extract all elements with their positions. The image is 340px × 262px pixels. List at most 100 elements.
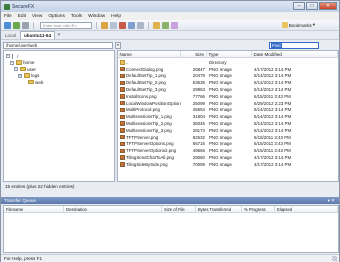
close-button[interactable]: ✕: [319, 2, 337, 10]
queue-column-bytes[interactable]: Bytes Transferred: [196, 206, 242, 213]
cell-date: 6/15/2011 3:43 PM: [254, 134, 291, 140]
png-file-icon: [120, 66, 125, 72]
toolbar: Enter host <Alt+R> Bookmarks ▾: [1, 20, 339, 31]
menu-tools[interactable]: Tools: [71, 14, 82, 19]
queue-column-destination[interactable]: Destination: [64, 206, 162, 213]
menu-window[interactable]: Window: [88, 14, 105, 19]
tree-node[interactable]: − user: [14, 66, 36, 72]
cell-type: Directory: [209, 59, 227, 65]
cell-type: PNG Image: [209, 155, 232, 161]
file-name: TFTPServerOptions2.png: [126, 148, 177, 154]
tree-node[interactable]: − /: [6, 53, 18, 59]
chevron-down-icon: ▾: [312, 22, 315, 27]
cell-type: PNG Image: [209, 66, 232, 72]
cell-size: 77766: [192, 93, 205, 99]
table-row[interactable]: LocalWindowPositionOptions.png 25099 PNG I…: [118, 100, 338, 107]
refresh-icon[interactable]: [128, 21, 135, 29]
connect-icon[interactable]: [4, 21, 11, 29]
cell-name: MultiProtocol.png: [118, 107, 181, 112]
table-row[interactable]: TFTPServer.png 82632 PNG Image 6/15/2011 3:…: [118, 134, 338, 141]
securefx-logo-icon: [4, 3, 10, 10]
collapse-icon[interactable]: −: [14, 67, 18, 71]
queue-column-filename[interactable]: Filename: [4, 206, 64, 213]
filter-selected-text: Find: [271, 42, 282, 48]
column-name[interactable]: Name: [118, 51, 181, 58]
file-name: LocalWindowPositionOptions.png: [126, 100, 181, 106]
cell-size: 49566: [192, 148, 205, 154]
tree-node[interactable]: − home: [10, 60, 35, 66]
minimize-button[interactable]: –: [293, 2, 305, 10]
file-name: TilingSendChatToAll.png: [126, 155, 174, 161]
window-controls: – □ ✕: [293, 2, 337, 10]
file-name: TFTPServerOptions.png: [126, 141, 174, 147]
cell-size: 31804: [192, 114, 205, 120]
cell-type: PNG Image: [209, 161, 232, 167]
tab-close-icon[interactable]: ✕: [57, 32, 61, 38]
disconnect-icon[interactable]: [22, 21, 29, 29]
queue-column-progress[interactable]: % Progress: [242, 206, 275, 213]
png-file-icon: [120, 100, 125, 106]
column-size[interactable]: Size: [181, 51, 207, 58]
column-type[interactable]: Type: [207, 51, 252, 58]
cell-name: MultisessionsTip_3.png: [118, 128, 181, 133]
cell-size: 29963: [192, 87, 205, 93]
transfer-icon[interactable]: [162, 21, 169, 29]
tab-ubuntu11-64[interactable]: ubuntu11-64: [19, 31, 56, 39]
table-row[interactable]: TilingSideBySide.png 70099 PNG Image 4/17/2…: [118, 161, 338, 168]
table-row[interactable]: MultisessionsTip_2.png 36045 PNG Image 5/14…: [118, 120, 338, 127]
menu-file[interactable]: File: [4, 14, 12, 19]
path-dropdown-icon[interactable]: ▾: [115, 41, 121, 49]
quick-connect-icon[interactable]: [13, 21, 20, 29]
table-row[interactable]: DefaultSetTip_1.png 20479 PNG Image 5/14/20…: [118, 73, 338, 80]
cell-type: PNG Image: [209, 87, 232, 93]
cell-date: 6/15/2011 3:43 PM: [254, 93, 291, 99]
table-row[interactable]: TilingSendChatToAll.png 29060 PNG Image 4/1…: [118, 154, 338, 161]
cell-type: PNG Image: [209, 141, 232, 147]
menu-help[interactable]: Help: [111, 14, 121, 19]
resize-grip-icon[interactable]: [332, 256, 337, 261]
properties-icon[interactable]: [137, 21, 144, 29]
cell-size: 45654: [192, 107, 205, 113]
folder-icon: [15, 60, 22, 65]
table-row[interactable]: DefaultSetTip_2.png 53635 PNG Image 5/14/20…: [118, 79, 338, 86]
tree-node[interactable]: + logs: [18, 73, 39, 79]
path-input[interactable]: /home/user/web: [3, 41, 113, 49]
copy-icon[interactable]: [101, 21, 108, 29]
filter-input[interactable]: Find: [269, 41, 319, 49]
menu-edit[interactable]: Edit: [18, 14, 26, 19]
queue-column-elapsed[interactable]: Elapsed: [275, 206, 338, 213]
host-input[interactable]: Enter host <Alt+R>: [40, 21, 92, 29]
cell-date: 5/14/2012 3:14 PM: [254, 80, 292, 86]
menu-view[interactable]: View: [32, 14, 42, 19]
maximize-button[interactable]: □: [306, 2, 318, 10]
table-row[interactable]: .. Directory: [118, 59, 338, 66]
table-row[interactable]: DefaultSetTip_3.png 29963 PNG Image 5/14/20…: [118, 86, 338, 93]
sync-icon[interactable]: [153, 21, 160, 29]
toolbar-separator: [148, 21, 149, 29]
table-row[interactable]: TFTPServerOptions2.png 49566 PNG Image 6/15…: [118, 147, 338, 154]
cell-type: PNG Image: [209, 127, 232, 133]
menu-options[interactable]: Options: [48, 14, 65, 19]
queue-column-size[interactable]: Size of File: [162, 206, 196, 213]
table-row[interactable]: MultisessionsTip_1.png 31804 PNG Image 5/14…: [118, 113, 338, 120]
menu-bar: File Edit View Options Tools Window Help: [1, 12, 339, 20]
options-icon[interactable]: [171, 21, 178, 29]
expand-icon[interactable]: +: [18, 73, 22, 78]
table-row[interactable]: MultisessionsTip_3.png 28173 PNG Image 5/14…: [118, 127, 338, 134]
tab-local[interactable]: Local: [3, 33, 18, 38]
bookmarks-button[interactable]: Bookmarks ▾: [281, 22, 315, 28]
cell-type: PNG Image: [209, 134, 232, 140]
delete-icon[interactable]: [119, 21, 126, 29]
cell-type: PNG Image: [209, 73, 232, 79]
collapse-icon[interactable]: −: [10, 60, 14, 65]
table-row[interactable]: TFTPServerOptions.png 66715 PNG Image 6/15/…: [118, 141, 338, 148]
table-row[interactable]: InstallIcons.png 77766 PNG Image 6/15/2011 …: [118, 93, 338, 100]
table-row[interactable]: MultiProtocol.png 45654 PNG Image 5/14/2012…: [118, 107, 338, 114]
paste-icon[interactable]: [110, 21, 117, 29]
queue-pin-close-icon[interactable]: ▾ ✕: [328, 197, 335, 204]
table-row[interactable]: ConnectDialog.png 26847 PNG Image 4/17/2012…: [118, 66, 338, 73]
tree-node[interactable]: web: [22, 79, 43, 85]
bookmarks-label: Bookmarks: [288, 22, 312, 28]
collapse-icon[interactable]: −: [6, 54, 10, 58]
column-date-modified[interactable]: Date Modified: [252, 51, 338, 58]
